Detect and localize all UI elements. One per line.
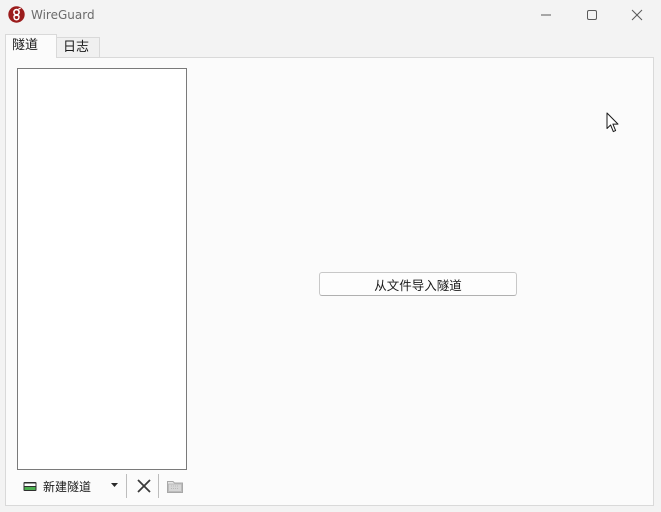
maximize-icon <box>587 10 597 20</box>
toolbar-divider <box>126 474 127 498</box>
new-tunnel-button[interactable]: 新建隧道 <box>23 476 91 496</box>
close-icon <box>631 9 643 21</box>
maximize-button[interactable] <box>569 0 615 30</box>
mouse-pointer-icon <box>606 112 619 133</box>
tunnel-list[interactable] <box>17 68 187 470</box>
title-bar: WireGuard <box>0 0 661 32</box>
close-x-icon[interactable] <box>134 476 154 496</box>
import-from-file-button[interactable]: 从文件导入隧道 <box>319 272 517 296</box>
tab-log[interactable]: 日志 <box>57 37 100 58</box>
tunnels-page: 新建隧道 从文件导入隧道 <box>5 57 654 506</box>
new-tunnel-label: 新建隧道 <box>43 479 92 494</box>
tab-tunnels[interactable]: 隧道 <box>5 34 57 58</box>
toolbar-divider <box>158 474 159 498</box>
close-button[interactable] <box>614 0 660 30</box>
minimize-button[interactable] <box>523 0 569 30</box>
tab-strip: 隧道 日志 <box>0 34 661 58</box>
tunnel-toolbar: 新建隧道 <box>17 472 197 500</box>
chevron-down-icon[interactable] <box>110 482 119 488</box>
tunnel-add-icon <box>23 482 37 491</box>
export-zip-icon[interactable] <box>166 477 184 495</box>
wireguard-logo-icon <box>8 6 25 23</box>
minimize-icon <box>541 14 551 16</box>
window-title: WireGuard <box>31 8 95 22</box>
